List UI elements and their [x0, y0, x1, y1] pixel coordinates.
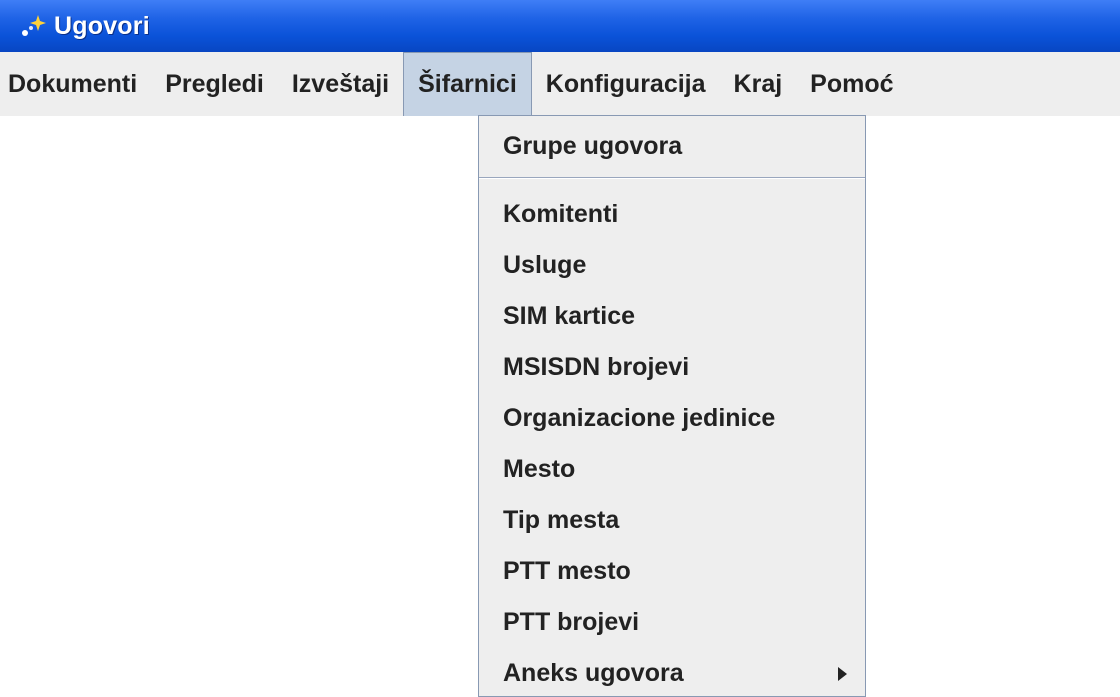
chevron-right-icon — [838, 666, 847, 681]
menu-sifarnici[interactable]: Šifarnici — [403, 52, 532, 116]
menu-konfiguracija[interactable]: Konfiguracija — [532, 52, 720, 116]
menu-item-ptt-brojevi[interactable]: PTT brojevi — [479, 597, 865, 648]
menu-item-tip-mesta[interactable]: Tip mesta — [479, 495, 865, 546]
sifarnici-dropdown-menu: Grupe ugovora Komitenti Usluge SIM karti… — [478, 115, 866, 697]
menu-bar: Dokumenti Pregledi Izveštaji Šifarnici K… — [0, 52, 1120, 116]
application-window: Ugovori Dokumenti Pregledi Izveštaji Šif… — [0, 0, 1120, 697]
menu-item-msisdn-brojevi[interactable]: MSISDN brojevi — [479, 342, 865, 393]
menu-item-organizacione-jedinice[interactable]: Organizacione jedinice — [479, 393, 865, 444]
app-sparkle-icon — [18, 11, 48, 41]
menu-dokumenti[interactable]: Dokumenti — [0, 52, 151, 116]
menu-pregledi[interactable]: Pregledi — [151, 52, 278, 116]
menu-item-komitenti[interactable]: Komitenti — [479, 189, 865, 240]
menu-item-sim-kartice[interactable]: SIM kartice — [479, 291, 865, 342]
menu-kraj[interactable]: Kraj — [720, 52, 797, 116]
window-title: Ugovori — [54, 11, 150, 40]
menu-separator — [479, 177, 865, 179]
menu-item-ptt-mesto[interactable]: PTT mesto — [479, 546, 865, 597]
menu-item-aneks-ugovora[interactable]: Aneks ugovora — [479, 648, 865, 697]
menu-item-grupe-ugovora[interactable]: Grupe ugovora — [479, 116, 865, 177]
title-bar[interactable]: Ugovori — [0, 0, 1120, 52]
menu-item-usluge[interactable]: Usluge — [479, 240, 865, 291]
menu-izvestaji[interactable]: Izveštaji — [278, 52, 403, 116]
menu-item-aneks-ugovora-label: Aneks ugovora — [503, 659, 684, 687]
menu-item-mesto[interactable]: Mesto — [479, 444, 865, 495]
menu-pomoc[interactable]: Pomoć — [796, 52, 907, 116]
